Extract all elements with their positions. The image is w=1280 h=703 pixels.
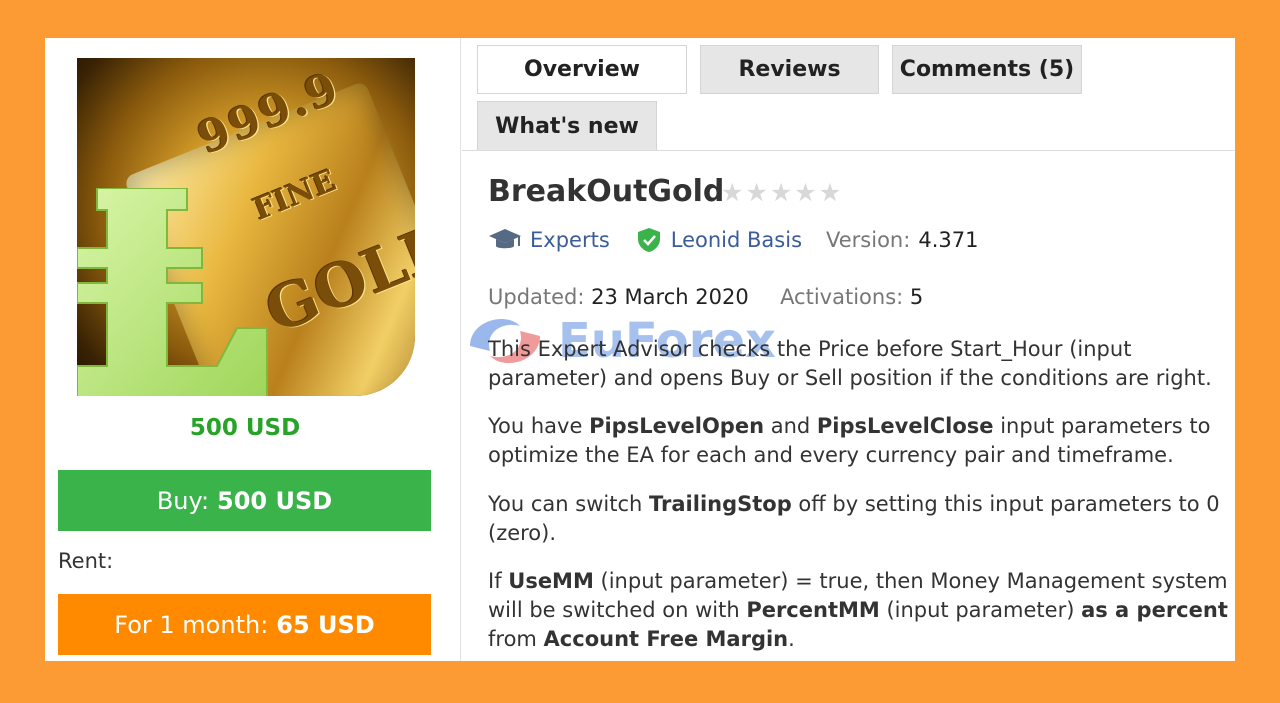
description-paragraph-4: If UseMM (input parameter) = true, then … <box>488 567 1228 654</box>
rent-1-month-button[interactable]: For 1 month: 65 USD <box>58 594 431 655</box>
version-value: 4.371 <box>918 228 979 252</box>
rating-stars[interactable]: ★ ★ ★ ★ ★ <box>721 178 841 207</box>
rent-button-amount: 65 USD <box>276 610 375 639</box>
param-pipslevelclose: PipsLevelClose <box>816 414 994 438</box>
tab-comments[interactable]: Comments (5) <box>892 45 1082 94</box>
desc-text: You have <box>488 414 590 438</box>
description-paragraph-2: You have PipsLevelOpen and PipsLevelClos… <box>488 412 1228 470</box>
buy-button[interactable]: Buy: 500 USD <box>58 470 431 531</box>
product-stats: Updated: 23 March 2020 Activations: 5 <box>488 285 923 309</box>
lira-symbol-icon <box>77 188 268 396</box>
desc-text: from <box>488 627 544 651</box>
product-image[interactable]: 999.9 FINE GOLD <box>77 58 415 396</box>
desc-text: You can switch <box>488 492 649 516</box>
star-icon[interactable]: ★ <box>721 178 743 207</box>
buy-button-amount: 500 USD <box>217 486 333 515</box>
product-sidebar: 999.9 FINE GOLD 500 USD Buy: 500 USD Ren… <box>45 38 461 661</box>
star-icon[interactable]: ★ <box>794 178 816 207</box>
tab-reviews[interactable]: Reviews <box>700 45 879 94</box>
buy-button-prefix: Buy: <box>156 486 210 515</box>
description-paragraph-1: This Expert Advisor checks the Price bef… <box>488 337 1212 390</box>
star-icon[interactable]: ★ <box>745 178 767 207</box>
desc-text: If <box>488 569 509 593</box>
price-label: 500 USD <box>189 415 301 441</box>
desc-emphasis: as a percent <box>1081 598 1228 622</box>
product-meta: Experts Leonid Basis Version: 4.371 <box>488 227 978 253</box>
rent-label: Rent: <box>58 549 114 573</box>
updated-value: 23 March 2020 <box>591 285 749 309</box>
activations-label: Activations: <box>780 285 904 309</box>
graduation-cap-icon <box>489 229 521 249</box>
product-title: BreakOutGold <box>488 174 725 209</box>
param-trailingstop: TrailingStop <box>649 492 792 516</box>
star-icon[interactable]: ★ <box>819 178 841 207</box>
author-link[interactable]: Leonid Basis <box>671 228 802 252</box>
description-paragraph-3: You can switch TrailingStop off by setti… <box>488 490 1228 548</box>
verified-shield-icon <box>637 228 660 252</box>
tab-overview[interactable]: Overview <box>477 45 687 94</box>
desc-text: (input parameter) <box>879 598 1082 622</box>
tab-divider <box>462 150 1235 151</box>
param-usemm: UseMM <box>508 569 594 593</box>
desc-emphasis: Account Free Margin <box>543 627 789 651</box>
star-icon[interactable]: ★ <box>770 178 792 207</box>
desc-text: and <box>764 414 817 438</box>
category-link[interactable]: Experts <box>530 228 610 252</box>
rent-button-prefix: For 1 month: <box>114 610 269 639</box>
product-card: 999.9 FINE GOLD 500 USD Buy: 500 USD Ren… <box>45 38 1235 661</box>
param-percentmm: PercentMM <box>746 598 880 622</box>
activations-value: 5 <box>909 285 924 309</box>
updated-label: Updated: <box>488 285 585 309</box>
version-label: Version: <box>826 228 911 252</box>
tab-whats-new[interactable]: What's new <box>477 101 657 150</box>
param-pipslevelopen: PipsLevelOpen <box>589 414 765 438</box>
desc-text: . <box>788 627 795 651</box>
